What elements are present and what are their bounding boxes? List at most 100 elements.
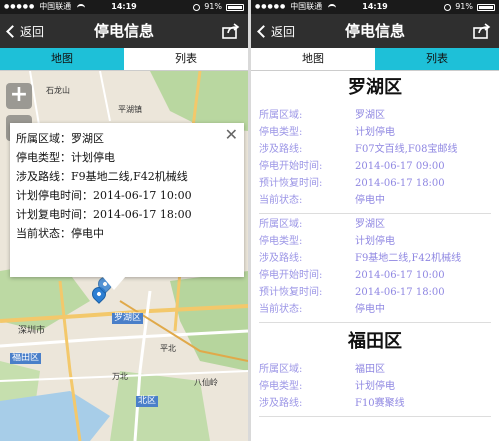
map-badge-futian: 福田区 xyxy=(10,353,42,364)
tab-bar: 地图 列表 xyxy=(251,48,499,71)
popup-label: 当前状态： xyxy=(16,227,71,240)
share-icon[interactable] xyxy=(222,23,240,39)
tab-bar: 地图 列表 xyxy=(0,48,248,71)
list-item[interactable]: 所属区域: 罗湖区 停电类型: 计划停电 涉及路线: F07文百线,F08宝邮线 停电… xyxy=(259,105,491,214)
record-row: 停电类型: 计划停电 xyxy=(259,378,491,395)
back-button[interactable]: 返回 xyxy=(255,14,295,48)
popup-row-region: 所属区域：罗湖区 xyxy=(16,129,238,148)
popup-label: 涉及路线： xyxy=(16,170,71,183)
close-icon[interactable]: ✕ xyxy=(225,127,238,143)
outage-list[interactable]: 罗湖区 所属区域: 罗湖区 停电类型: 计划停电 涉及路线: F07文百线,F08宝邮… xyxy=(251,71,499,441)
navbar: 返回 停电信息 xyxy=(251,14,499,48)
record-label: 所属区域: xyxy=(259,110,303,121)
record-value: F9基地二线,F42机械线 xyxy=(355,253,462,264)
alarm-icon xyxy=(444,3,452,11)
popup-label: 计划复电时间： xyxy=(16,208,93,221)
outage-info-popup: ✕ 所属区域：罗湖区 停电类型：计划停电 涉及路线：F9基地二线,F42机械线 … xyxy=(10,123,244,290)
record-row: 所属区域: 罗湖区 xyxy=(259,107,491,124)
battery-icon xyxy=(477,3,495,11)
record-value: 2014-06-17 10:00 xyxy=(355,270,445,281)
record-row: 涉及路线: F10赛聚线 xyxy=(259,395,491,412)
record-row: 当前状态: 停电中 xyxy=(259,192,491,209)
tab-map[interactable]: 地图 xyxy=(0,48,124,70)
record-label: 涉及路线: xyxy=(259,253,303,264)
map-label-baxianling: 八仙岭 xyxy=(194,378,218,387)
status-right: 91% xyxy=(193,0,244,14)
map-label-shilongshan: 石龙山 xyxy=(46,86,70,95)
record-label: 停电类型: xyxy=(259,236,303,247)
map-badge-luohu: 罗湖区 xyxy=(112,313,144,324)
record-value: 停电中 xyxy=(355,195,385,206)
record-row: 当前状态: 停电中 xyxy=(259,301,491,318)
record-label: 当前状态: xyxy=(259,304,303,315)
record-value: 计划停电 xyxy=(355,381,395,392)
record-value: 2014-06-17 09:00 xyxy=(355,161,445,172)
zoom-in-button[interactable]: + xyxy=(6,83,32,109)
popup-row-planned-off: 计划停电时间：2014-06-17 10:00 xyxy=(16,186,238,205)
popup-value: 停电中 xyxy=(71,227,104,240)
record-value: 罗湖区 xyxy=(355,110,385,121)
record-label: 当前状态: xyxy=(259,195,303,206)
record-label: 涉及路线: xyxy=(259,398,303,409)
chevron-left-icon xyxy=(257,24,270,38)
map-badge-beiqu: 北区 xyxy=(136,396,159,407)
record-value: F07文百线,F08宝邮线 xyxy=(355,144,458,155)
record-value: 计划停电 xyxy=(355,127,395,138)
popup-value: 2014-06-17 18:00 xyxy=(93,208,192,221)
record-value: 停电中 xyxy=(355,304,385,315)
record-row: 涉及路线: F9基地二线,F42机械线 xyxy=(259,250,491,267)
popup-value: 计划停电 xyxy=(71,151,115,164)
record-value: F10赛聚线 xyxy=(355,398,405,409)
record-value: 2014-06-17 18:00 xyxy=(355,178,445,189)
popup-label: 计划停电时间： xyxy=(16,189,93,202)
list-item[interactable]: 所属区域: 罗湖区 停电类型: 计划停电 涉及路线: F9基地二线,F42机械线 停电… xyxy=(259,214,491,323)
popup-value: 2014-06-17 10:00 xyxy=(93,189,192,202)
record-value: 计划停电 xyxy=(355,236,395,247)
district-heading: 福田区 xyxy=(348,331,402,352)
record-label: 涉及路线: xyxy=(259,144,303,155)
tab-map[interactable]: 地图 xyxy=(251,48,375,70)
phone-list-view: ●●●●● 中国联通 14:19 91% 返回 停电信息 地图 列表 罗湖区 所… xyxy=(251,0,499,441)
record-row: 预计恢复时间: 2014-06-17 18:00 xyxy=(259,284,491,301)
popup-row-type: 停电类型：计划停电 xyxy=(16,148,238,167)
record-label: 预计恢复时间: xyxy=(259,178,323,189)
map-label-shenzhen: 深圳市 xyxy=(18,326,46,336)
alarm-icon xyxy=(193,3,201,11)
record-row: 所属区域: 罗湖区 xyxy=(259,216,491,233)
record-row: 涉及路线: F07文百线,F08宝邮线 xyxy=(259,141,491,158)
record-row: 停电类型: 计划停电 xyxy=(259,124,491,141)
map-label-pinghu: 平湖镇 xyxy=(118,105,142,114)
record-row: 停电开始时间: 2014-06-17 09:00 xyxy=(259,158,491,175)
popup-row-planned-restore: 计划复电时间：2014-06-17 18:00 xyxy=(16,205,238,224)
record-row: 停电类型: 计划停电 xyxy=(259,233,491,250)
record-label: 所属区域: xyxy=(259,364,303,375)
popup-label: 停电类型： xyxy=(16,151,71,164)
list-item[interactable]: 所属区域: 福田区 停电类型: 计划停电 涉及路线: F10赛聚线 xyxy=(259,359,491,417)
tab-list[interactable]: 列表 xyxy=(124,48,248,70)
share-icon[interactable] xyxy=(473,23,491,39)
popup-row-lines: 涉及路线：F9基地二线,F42机械线 xyxy=(16,167,238,186)
popup-value: 罗湖区 xyxy=(71,132,104,145)
popup-row-status: 当前状态：停电中 xyxy=(16,224,238,243)
record-label: 预计恢复时间: xyxy=(259,287,323,298)
battery-percent: 91% xyxy=(455,2,473,11)
record-label: 停电类型: xyxy=(259,127,303,138)
record-row: 预计恢复时间: 2014-06-17 18:00 xyxy=(259,175,491,192)
record-row: 所属区域: 福田区 xyxy=(259,361,491,378)
district-heading: 罗湖区 xyxy=(348,77,402,98)
map-label-wanbei: 万北 xyxy=(112,372,128,381)
status-right: 91% xyxy=(444,0,495,14)
tab-list[interactable]: 列表 xyxy=(375,48,499,70)
back-button[interactable]: 返回 xyxy=(4,14,44,48)
map-label-pingbei: 平北 xyxy=(160,344,176,353)
battery-percent: 91% xyxy=(204,2,222,11)
popup-label: 所属区域： xyxy=(16,132,71,145)
navbar: 返回 停电信息 xyxy=(0,14,248,48)
chevron-left-icon xyxy=(6,24,19,38)
battery-icon xyxy=(226,3,244,11)
status-bar: ●●●●● 中国联通 14:19 91% xyxy=(251,0,499,14)
record-label: 停电开始时间: xyxy=(259,270,323,281)
record-row: 停电开始时间: 2014-06-17 10:00 xyxy=(259,267,491,284)
map-view[interactable]: 石龙山 平湖镇 深圳市 罗湖区 福田区 平北 万北 北区 八仙岭 + − ✕ 所… xyxy=(0,71,248,441)
status-bar: ●●●●● 中国联通 14:19 91% xyxy=(0,0,248,14)
